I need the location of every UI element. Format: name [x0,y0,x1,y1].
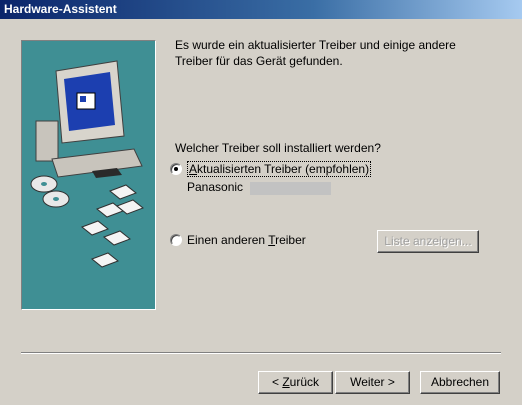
option-2-text-a: Einen anderen [187,233,269,247]
question-text: Welcher Treiber soll installiert werden? [175,141,381,155]
back-prefix: < [271,375,283,389]
title-bar: Hardware-Assistent [0,0,522,19]
mnemonic-a: A [189,162,198,176]
back-rest: urück [289,375,320,389]
redacted-model-name [250,182,331,195]
back-button[interactable]: < Zurück [258,371,333,394]
radio-other-driver[interactable] [170,234,182,246]
driver-vendor: Panasonic [187,180,244,194]
option-other-driver-label[interactable]: Einen anderen Treiber [187,233,306,247]
show-list-button[interactable]: Liste anzeigen... [377,230,479,253]
wizard-illustration [21,40,156,310]
window-title: Hardware-Assistent [4,2,117,16]
radio-updated-driver[interactable] [170,163,182,175]
computer-icon [35,60,143,178]
option-1-text: ktualisierten Treiber (empfohlen) [197,162,370,176]
cd-icon [30,175,70,208]
cancel-button[interactable]: Abbrechen [420,371,500,394]
floppy-disks-icon [81,184,144,268]
intro-text: Es wurde ein aktualisierter Treiber und … [175,38,456,68]
option-updated-driver-label[interactable]: Aktualisierten Treiber (empfohlen) [187,161,372,177]
radio-selected-dot [174,167,178,171]
separator-line [21,352,501,354]
back-mnemonic: Z [282,375,290,389]
next-button[interactable]: Weiter > [335,371,410,394]
option-2-text-b: reiber [275,233,306,247]
